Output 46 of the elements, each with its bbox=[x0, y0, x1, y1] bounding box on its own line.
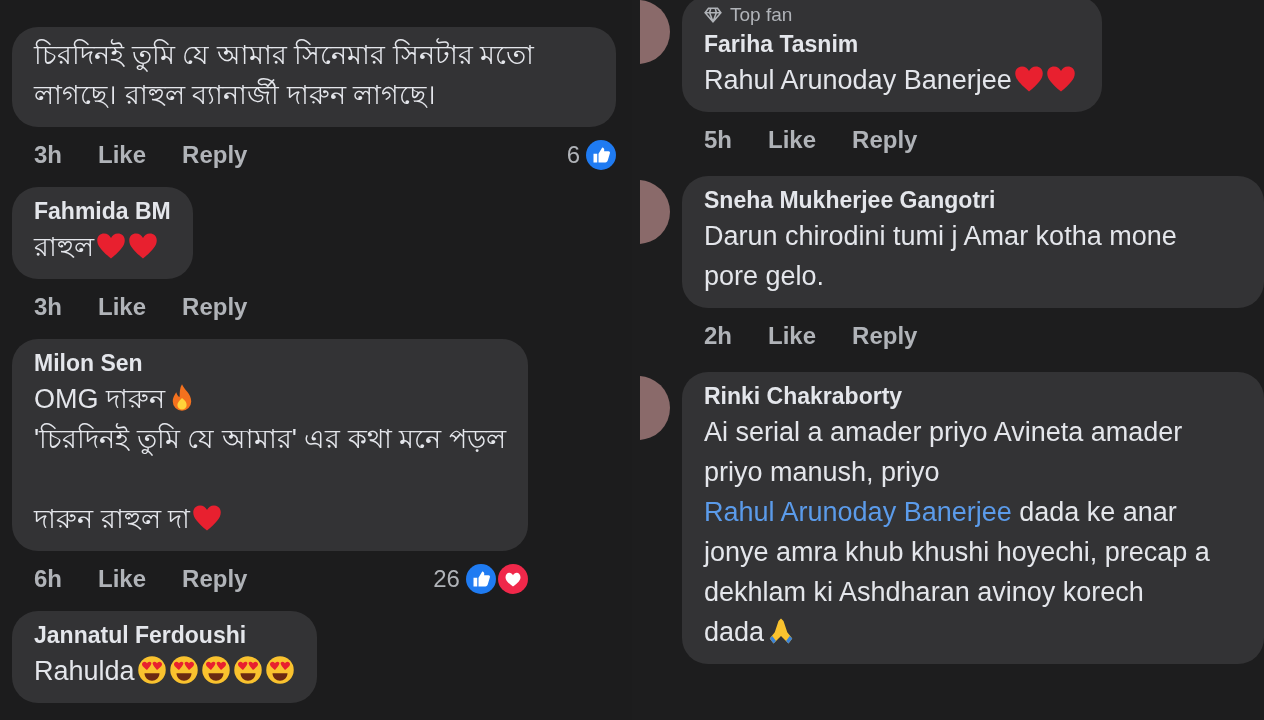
heart-icon bbox=[1045, 64, 1076, 94]
comment-action-link[interactable]: Like bbox=[768, 126, 817, 154]
name-link[interactable]: Rahul Arunoday Banerjee bbox=[704, 497, 1012, 527]
comment-action-link[interactable]: Reply bbox=[852, 322, 918, 350]
comment-action-link[interactable]: Reply bbox=[182, 565, 248, 593]
heart-icon bbox=[96, 231, 126, 261]
comment-action-link[interactable]: Like bbox=[98, 565, 147, 593]
thumbs-up-icon bbox=[465, 564, 496, 594]
comment-time: 3h bbox=[34, 293, 62, 321]
comment-action-link[interactable]: Reply bbox=[182, 141, 248, 169]
author-name[interactable]: Sneha Mukherjee Gangotri bbox=[704, 184, 1238, 216]
heart-eyes-icon bbox=[264, 655, 295, 685]
heart-eyes-icon bbox=[168, 655, 199, 685]
heart-icon bbox=[192, 503, 222, 533]
comment-time: 6h bbox=[34, 565, 62, 593]
heart-icon bbox=[1013, 64, 1044, 94]
comment-text: রাহুল bbox=[34, 227, 171, 267]
comment-time: 3h bbox=[34, 141, 62, 169]
top-fan-label: Top fan bbox=[730, 4, 793, 26]
heart-eyes-icon bbox=[232, 655, 263, 685]
author-name[interactable]: Milon Sen bbox=[34, 347, 506, 379]
comment-time: 2h bbox=[704, 322, 732, 350]
comment-text: দারুন রাহুল দা bbox=[34, 499, 506, 539]
diamond-icon bbox=[704, 7, 722, 23]
comment-action-link[interactable]: Like bbox=[98, 141, 147, 169]
comment-text: চিরদিনই তুমি যে আমার সিনেমার সিনটার মতো লাগছে। রাহুল ব্যানার্জী দারুন লাগছে। bbox=[34, 37, 536, 112]
comment-action-link[interactable]: Like bbox=[98, 293, 147, 321]
comment-action-link[interactable]: Reply bbox=[852, 126, 918, 154]
comment-time: 5h bbox=[704, 126, 732, 154]
comment-text: Rahul Arunoday Banerjee bbox=[704, 60, 1076, 100]
author-name[interactable]: Rinki Chakraborty bbox=[704, 380, 1238, 412]
comment-action-link[interactable]: Like bbox=[768, 322, 817, 350]
author-name[interactable]: Jannatul Ferdoushi bbox=[34, 619, 295, 651]
heart-eyes-icon bbox=[136, 655, 167, 685]
comment-text: OMG দারুন 'চিরদিনই তুমি যে আমার' এর কথা মনে পড়ল bbox=[34, 382, 506, 458]
reaction-count[interactable]: 6 bbox=[566, 141, 580, 169]
comment-text: Rahulda bbox=[34, 651, 295, 691]
comment-action-link[interactable]: Reply bbox=[182, 293, 248, 321]
heart-icon bbox=[128, 231, 158, 261]
comment-text: Ai serial a amader priyo Avineta amader priyo manush, priyo Rahul Arunoday Banerjee dada ke anar jonye amra khub khushi hoyechi, precap a dekhlam ki Ashdharan avinoy korech dada bbox=[704, 416, 1211, 649]
comment-text: Darun chirodini tumi j Amar kotha mone pore gelo. bbox=[704, 220, 1178, 293]
thumbs-up-icon bbox=[586, 140, 616, 170]
author-name[interactable]: Fariha Tasnim bbox=[704, 28, 1076, 60]
author-name[interactable]: Fahmida BM bbox=[34, 195, 171, 227]
heart-eyes-icon bbox=[200, 655, 231, 685]
reaction-count[interactable]: 26 bbox=[433, 565, 460, 593]
